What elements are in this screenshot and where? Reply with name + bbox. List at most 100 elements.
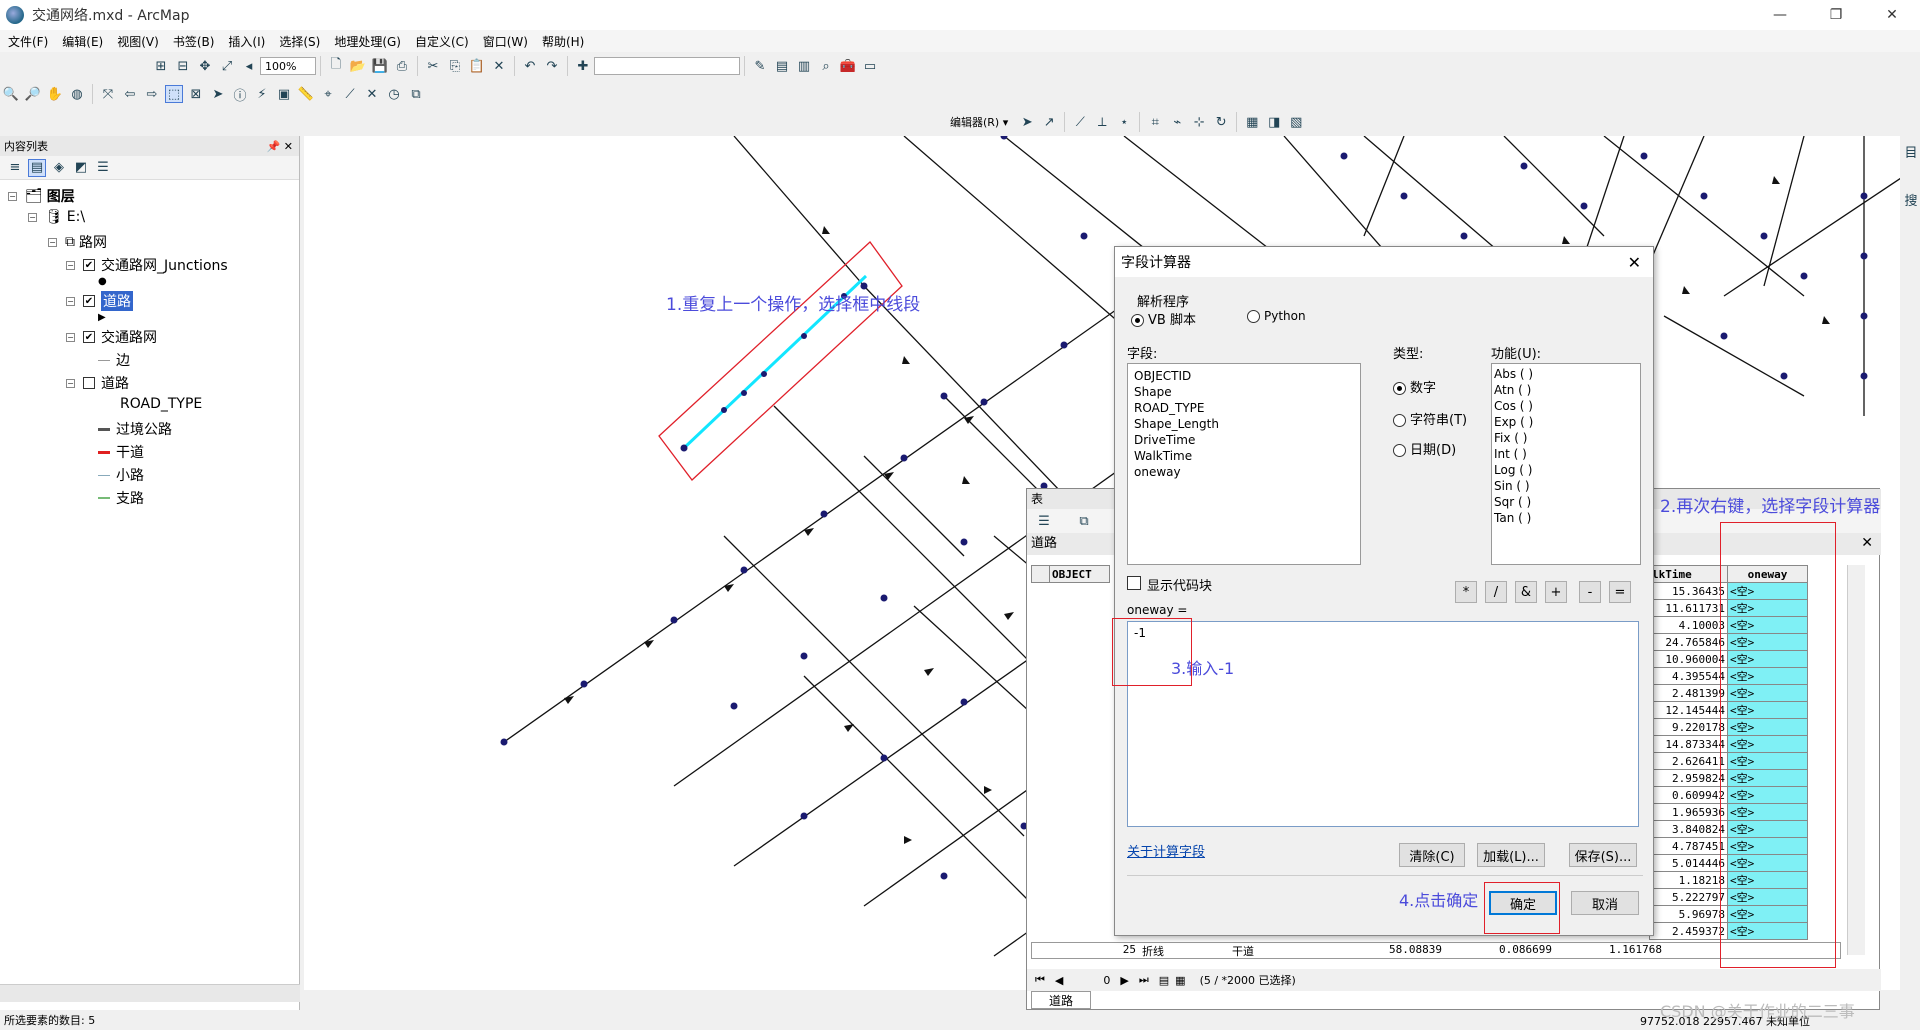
col-walktime-header[interactable]: lkTime	[1649, 565, 1728, 583]
toc-layer-roads-selected[interactable]: − ✔ 道路	[66, 291, 133, 311]
function-item[interactable]: Int ( )	[1492, 446, 1640, 462]
options-icon[interactable]: ☰	[94, 159, 112, 177]
menu-geoprocessing[interactable]: 地理处理(G)	[334, 33, 401, 50]
expression-input[interactable]: -1	[1127, 621, 1639, 827]
route-icon[interactable]: ⟋	[341, 85, 359, 103]
midpoint-icon[interactable]: ⋆	[1115, 113, 1133, 131]
table-close-icon[interactable]: ✕	[1861, 535, 1873, 551]
toc-layer-roads[interactable]: − 道路	[66, 373, 129, 393]
type-number-radio[interactable]: 数字	[1393, 377, 1436, 396]
toc-drive[interactable]: − 🛢 E:\	[28, 209, 85, 225]
table-options-icon[interactable]: ☰	[1035, 512, 1053, 530]
field-item[interactable]: Shape_Length	[1128, 416, 1360, 432]
identify-icon[interactable]: ⓘ	[231, 85, 249, 104]
search-dock-icon[interactable]: 搜	[1902, 190, 1920, 209]
next-extent-icon[interactable]: ⇨	[143, 85, 161, 103]
parser-python-radio[interactable]: Python	[1247, 309, 1306, 323]
function-item[interactable]: Sin ( )	[1492, 478, 1640, 494]
save-button[interactable]: 保存(S)...	[1569, 843, 1637, 867]
editor-menu[interactable]: 编辑器(R) ▾	[950, 114, 1008, 130]
goto-xy-icon[interactable]: ✕	[363, 85, 381, 103]
create-features-icon[interactable]: ▧	[1287, 113, 1305, 131]
function-item[interactable]: Tan ( )	[1492, 510, 1640, 526]
list-by-source-icon[interactable]: ▤	[28, 158, 46, 177]
toc-dataset[interactable]: − ⧉ 路网	[48, 232, 107, 252]
clear-selection-icon[interactable]: ⊠	[187, 85, 205, 103]
function-item[interactable]: Abs ( )	[1492, 366, 1640, 382]
list-by-drawing-order-icon[interactable]: ≡	[6, 159, 24, 177]
save-icon[interactable]: 💾	[371, 57, 389, 75]
field-item[interactable]: DriveTime	[1128, 432, 1360, 448]
redo-icon[interactable]: ↷	[543, 57, 561, 75]
menu-file[interactable]: 文件(F)	[8, 33, 48, 50]
zoom-out-fixed-icon[interactable]: ⊟	[174, 57, 192, 75]
straight-segment-icon[interactable]: ⟋	[1071, 113, 1089, 131]
layer-visible-checkbox[interactable]: ✔	[83, 295, 95, 307]
menu-selection[interactable]: 选择(S)	[279, 33, 320, 50]
col-objectid-header[interactable]: OBJECT	[1049, 565, 1110, 583]
load-button[interactable]: 加载(L)...	[1477, 843, 1545, 867]
undo-icon[interactable]: ↶	[521, 57, 539, 75]
edit-vertices-icon[interactable]: ⌗	[1146, 113, 1164, 131]
field-item[interactable]: oneway	[1128, 464, 1360, 480]
menu-customize[interactable]: 自定义(C)	[415, 33, 469, 50]
copy-icon[interactable]: ⎘	[446, 57, 464, 75]
menu-help[interactable]: 帮助(H)	[542, 33, 584, 50]
open-icon[interactable]: 📂	[349, 57, 367, 75]
related-tables-icon[interactable]: ⧉	[1075, 512, 1093, 530]
edit-tool-icon[interactable]: ➤	[1018, 113, 1036, 131]
scale-select[interactable]	[594, 57, 740, 75]
menu-edit[interactable]: 编辑(E)	[62, 33, 103, 50]
toc-layer-network[interactable]: − ✔ 交通路网	[66, 327, 157, 347]
cut-icon[interactable]: ✂	[424, 57, 442, 75]
field-item[interactable]: Shape	[1128, 384, 1360, 400]
field-item[interactable]: ROAD_TYPE	[1128, 400, 1360, 416]
search-icon[interactable]: ⌕	[817, 57, 835, 75]
table-tab[interactable]: 道路	[1031, 991, 1091, 1009]
sketch-properties-icon[interactable]: ◨	[1265, 113, 1283, 131]
operator-divide-button[interactable]: /	[1485, 581, 1507, 603]
html-popup-icon[interactable]: ▣	[275, 85, 293, 103]
pan-icon[interactable]: ✥	[196, 57, 214, 75]
select-features-icon[interactable]: ⬚	[165, 85, 183, 103]
prev-record-icon[interactable]: ◀	[1055, 974, 1063, 987]
function-item[interactable]: Exp ( )	[1492, 414, 1640, 430]
record-number[interactable]: 0	[1103, 974, 1110, 987]
type-date-radio[interactable]: 日期(D)	[1393, 439, 1456, 458]
function-item[interactable]: Cos ( )	[1492, 398, 1640, 414]
about-calculate-link[interactable]: 关于计算字段	[1127, 841, 1205, 860]
editor-toolbar-icon[interactable]: ✎	[751, 57, 769, 75]
arctoolbox-icon[interactable]: 🧰	[839, 57, 857, 75]
zoom-select[interactable]: 100%	[260, 57, 316, 75]
zoom-in-fixed-icon[interactable]: ⊞	[152, 57, 170, 75]
toc-close-icon[interactable]: 📌 ✕	[267, 140, 293, 153]
globe-icon[interactable]: ◍	[68, 85, 86, 103]
reshape-icon[interactable]: ⌁	[1168, 113, 1186, 131]
show-codeblock-checkbox[interactable]: 显示代码块	[1127, 575, 1212, 594]
layer-visible-checkbox[interactable]: ✔	[83, 259, 95, 271]
last-record-icon[interactable]: ⏭	[1139, 973, 1149, 987]
dialog-close-icon[interactable]: ✕	[1628, 253, 1641, 272]
first-record-icon[interactable]: ⏮	[1035, 973, 1045, 987]
type-string-radio[interactable]: 字符串(T)	[1393, 409, 1467, 428]
select-elements-icon[interactable]: ➤	[209, 85, 227, 103]
full-extent-icon[interactable]: ⤢	[218, 57, 236, 75]
print-icon[interactable]: ⎙	[393, 57, 411, 75]
function-item[interactable]: Atn ( )	[1492, 382, 1640, 398]
close-button[interactable]: ✕	[1864, 0, 1920, 30]
function-item[interactable]: Fix ( )	[1492, 430, 1640, 446]
layer-visible-checkbox[interactable]: ✔	[83, 331, 95, 343]
operator-plus-button[interactable]: +	[1545, 581, 1567, 603]
list-by-selection-icon[interactable]: ◩	[72, 159, 90, 177]
toc-scrollbar[interactable]	[0, 984, 300, 1002]
viewer-icon[interactable]: ⧉	[407, 85, 425, 103]
catalog-dock-icon[interactable]: 目	[1902, 142, 1920, 161]
fixed-zoom-icon[interactable]: ⤧	[99, 85, 117, 103]
field-item[interactable]: OBJECTID	[1128, 368, 1360, 384]
clear-button[interactable]: 清除(C)	[1399, 843, 1465, 867]
previous-extent-icon[interactable]: ⇦	[121, 85, 139, 103]
zoom-out-icon[interactable]: 🔎	[24, 85, 42, 103]
table-vertical-scrollbar[interactable]	[1847, 565, 1865, 955]
operator-minus-button[interactable]: -	[1579, 581, 1601, 603]
find-icon[interactable]: ⌖	[319, 85, 337, 103]
